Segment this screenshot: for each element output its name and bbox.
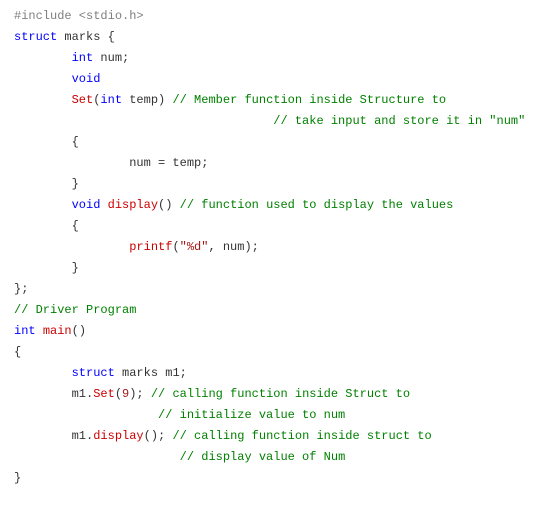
line-21: m1.display(); // calling function inside…: [14, 429, 432, 443]
line-9: }: [14, 177, 79, 191]
line-16: int main(): [14, 324, 86, 338]
brace: {: [14, 345, 21, 359]
line-19: m1.Set(9); // calling function inside St…: [14, 387, 410, 401]
identifier: num: [129, 156, 158, 170]
identifier: m1.: [72, 387, 94, 401]
include-target: <stdio.h>: [72, 9, 144, 23]
line-5: Set(int temp) // Member function inside …: [14, 93, 446, 107]
type-int: int: [14, 324, 36, 338]
comment: // calling function inside Struct to: [151, 387, 410, 401]
parens: ();: [144, 429, 173, 443]
line-20: // initialize value to num: [14, 408, 345, 422]
brace: }: [72, 261, 79, 275]
line-10: void display() // function used to displ…: [14, 198, 453, 212]
comment: // initialize value to num: [158, 408, 345, 422]
line-1: #include <stdio.h>: [14, 9, 144, 23]
line-23: }: [14, 471, 21, 485]
function-name: main: [43, 324, 72, 338]
keyword-struct: struct: [14, 30, 57, 44]
identifier: m1.: [72, 429, 94, 443]
paren: );: [129, 387, 151, 401]
line-18: struct marks m1;: [14, 366, 187, 380]
keyword-void: void: [72, 198, 101, 212]
paren: (: [115, 387, 122, 401]
comment: // Member function inside Structure to: [172, 93, 446, 107]
line-12: printf("%d", num);: [14, 240, 259, 254]
line-6: // take input and store it in "num": [14, 114, 525, 128]
brace: }: [72, 177, 79, 191]
space: [36, 324, 43, 338]
type-int: int: [72, 51, 94, 65]
identifier: marks m1;: [115, 366, 187, 380]
line-11: {: [14, 219, 79, 233]
function-name: display: [93, 429, 143, 443]
paren: (: [172, 240, 179, 254]
comment: // calling function inside struct to: [172, 429, 431, 443]
parens: (): [72, 324, 86, 338]
line-3: int num;: [14, 51, 129, 65]
identifier: temp): [122, 93, 172, 107]
brace: {: [72, 219, 79, 233]
identifier: marks: [57, 30, 107, 44]
identifier: temp;: [165, 156, 208, 170]
comment: // function used to display the values: [180, 198, 454, 212]
line-13: }: [14, 261, 79, 275]
line-2: struct marks {: [14, 30, 115, 44]
type-int: int: [100, 93, 122, 107]
function-name: display: [108, 198, 158, 212]
line-4: void: [14, 72, 100, 86]
comment: // take input and store it in "num": [273, 114, 525, 128]
line-7: {: [14, 135, 79, 149]
line-17: {: [14, 345, 21, 359]
brace: };: [14, 282, 28, 296]
preprocessor: #include: [14, 9, 72, 23]
brace: {: [108, 30, 115, 44]
line-8: num = temp;: [14, 156, 208, 170]
function-name: Set: [93, 387, 115, 401]
rest: , num);: [208, 240, 258, 254]
keyword-void: void: [72, 72, 101, 86]
string-literal: "%d": [180, 240, 209, 254]
identifier: num;: [93, 51, 129, 65]
code-block: #include <stdio.h> struct marks { int nu…: [0, 0, 550, 499]
brace: {: [72, 135, 79, 149]
function-name: Set: [72, 93, 94, 107]
comment: // display value of Num: [180, 450, 346, 464]
parens: (): [158, 198, 180, 212]
space: [100, 198, 107, 212]
line-15: // Driver Program: [14, 303, 136, 317]
function-name: printf: [129, 240, 172, 254]
line-14: };: [14, 282, 28, 296]
comment: // Driver Program: [14, 303, 136, 317]
brace: }: [14, 471, 21, 485]
line-22: // display value of Num: [14, 450, 345, 464]
keyword-struct: struct: [72, 366, 115, 380]
